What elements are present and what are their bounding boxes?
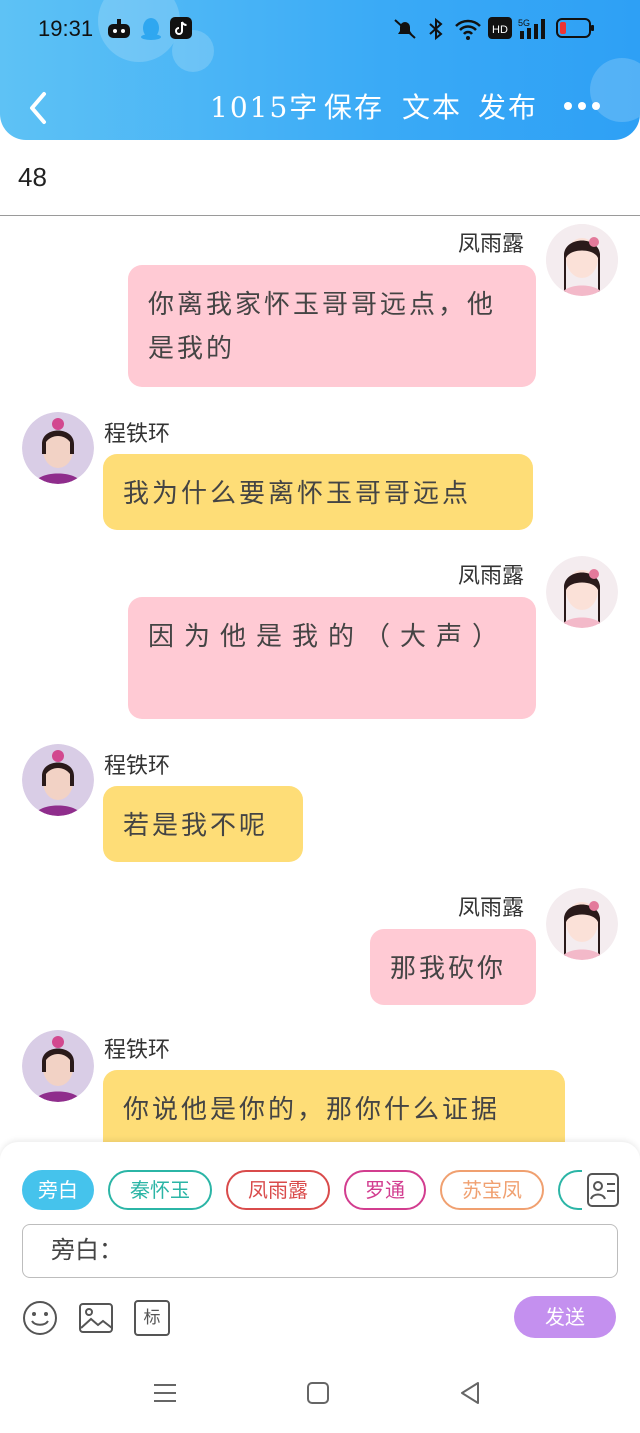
message-bubble[interactable]: 我为什么要离怀玉哥哥远点 [103,454,533,530]
hd-icon: HD [488,17,512,39]
message-bubble[interactable]: 因为他是我的（大声） [128,597,536,719]
more-options-icon[interactable] [560,88,604,124]
avatar-portrait [546,556,618,628]
message-input[interactable]: 旁白： [22,1224,618,1278]
character-chip[interactable]: 苏宝凤 [440,1170,544,1210]
text-button[interactable]: 文本 [402,86,462,126]
svg-text:HD: HD [492,24,508,36]
avatar-portrait [22,412,94,484]
wifi-icon [455,19,481,40]
mute-icon [394,19,416,39]
qq-icon [141,18,161,40]
character-chip[interactable]: 凤雨露 [226,1170,330,1210]
bluetooth-icon [429,17,443,41]
speaker-name: 凤雨露 [458,564,525,589]
contact-card-icon[interactable] [586,1172,620,1208]
avatar-portrait [546,224,618,296]
battery-icon [556,18,594,38]
header-nav: 1015字 保存 文本 发布 [0,80,640,136]
app-header: 19:31 HD 5G 1015字 保存 文本 发布 [0,0,640,140]
avatar-fengyulu[interactable] [546,224,618,296]
game-controller-icon [108,19,130,38]
send-button[interactable]: 发送 [514,1296,616,1338]
avatar-fengyulu[interactable] [546,556,618,628]
message-bubble[interactable]: 那我砍你 [370,929,536,1005]
speaker-name: 凤雨露 [458,232,525,257]
menu-icon[interactable] [152,1380,178,1406]
svg-text:5G: 5G [518,18,530,28]
avatar-portrait [546,888,618,960]
tag-button[interactable]: 标 [134,1300,170,1336]
avatar-fengyulu[interactable] [546,888,618,960]
message-bubble[interactable]: 你离我家怀玉哥哥远点，他是我的 [128,265,536,387]
character-chip[interactable]: 旁白 [22,1170,94,1210]
compose-panel: 旁白 秦怀玉 凤雨露 罗通 苏宝凤 旁白： 标 发送 [0,1142,640,1354]
message-bubble[interactable]: 若是我不呢 [103,786,303,862]
home-icon[interactable] [306,1380,330,1406]
word-count: 1015字 [210,91,320,124]
save-button[interactable]: 保存 [324,86,384,126]
avatar-portrait [22,1030,94,1102]
character-chip-overflow[interactable] [558,1170,582,1210]
speaker-name: 凤雨露 [458,896,525,921]
back-triangle-icon[interactable] [458,1380,482,1406]
avatar-chengtiehuan[interactable] [22,744,94,816]
status-bar: 19:31 HD 5G [0,0,640,58]
avatar-chengtiehuan[interactable] [22,412,94,484]
chapter-row: 48 [0,140,640,216]
signal-icon: 5G [518,18,545,39]
chapter-number[interactable]: 48 [18,162,47,193]
clock: 19:31 [38,16,94,41]
back-arrow-icon[interactable] [20,88,60,128]
speaker-name: 程铁环 [104,754,171,779]
character-chip[interactable]: 秦怀玉 [108,1170,212,1210]
avatar-chengtiehuan[interactable] [22,1030,94,1102]
tiktok-icon [170,17,192,39]
avatar-portrait [22,744,94,816]
publish-button[interactable]: 发布 [478,86,538,126]
image-icon[interactable] [78,1300,114,1336]
character-chip[interactable]: 罗通 [344,1170,426,1210]
speaker-name: 程铁环 [104,422,171,447]
emoji-icon[interactable] [22,1300,58,1336]
system-nav-bar [0,1354,640,1433]
speaker-name: 程铁环 [104,1038,171,1063]
